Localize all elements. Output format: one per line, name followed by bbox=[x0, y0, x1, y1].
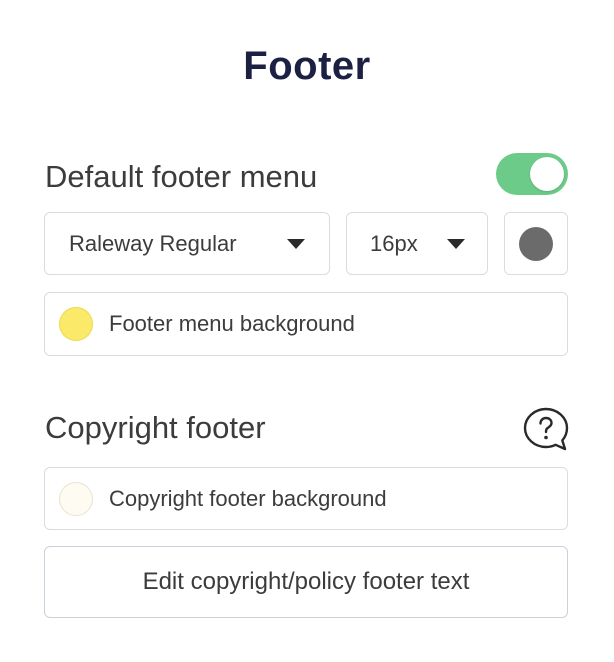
edit-copyright-text-label: Edit copyright/policy footer text bbox=[142, 568, 470, 595]
panel-title: Footer bbox=[243, 44, 371, 88]
copyright-footer-background-picker[interactable]: Copyright footer background bbox=[44, 467, 568, 530]
font-family-select[interactable]: Raleway Regular bbox=[44, 212, 330, 275]
copyright-footer-background-label: Copyright footer background bbox=[109, 485, 387, 511]
font-size-select[interactable]: 16px bbox=[346, 212, 488, 275]
text-color-swatch bbox=[519, 227, 553, 261]
footer-menu-background-picker[interactable]: Footer menu background bbox=[44, 292, 568, 356]
font-family-value: Raleway Regular bbox=[69, 230, 237, 256]
chevron-down-icon bbox=[287, 238, 305, 249]
copyright-footer-background-swatch bbox=[59, 482, 93, 516]
default-footer-menu-toggle[interactable] bbox=[496, 153, 568, 195]
footer-menu-background-swatch bbox=[59, 307, 93, 341]
text-color-picker[interactable] bbox=[504, 212, 568, 275]
edit-copyright-text-button[interactable]: Edit copyright/policy footer text bbox=[44, 546, 568, 618]
question-bubble-icon[interactable] bbox=[522, 406, 570, 452]
font-size-value: 16px bbox=[370, 230, 418, 256]
default-footer-menu-label: Default footer menu bbox=[45, 159, 318, 194]
toggle-knob bbox=[530, 157, 564, 191]
footer-menu-background-label: Footer menu background bbox=[109, 311, 355, 336]
chevron-down-icon bbox=[447, 238, 465, 249]
copyright-footer-label: Copyright footer bbox=[45, 410, 266, 445]
